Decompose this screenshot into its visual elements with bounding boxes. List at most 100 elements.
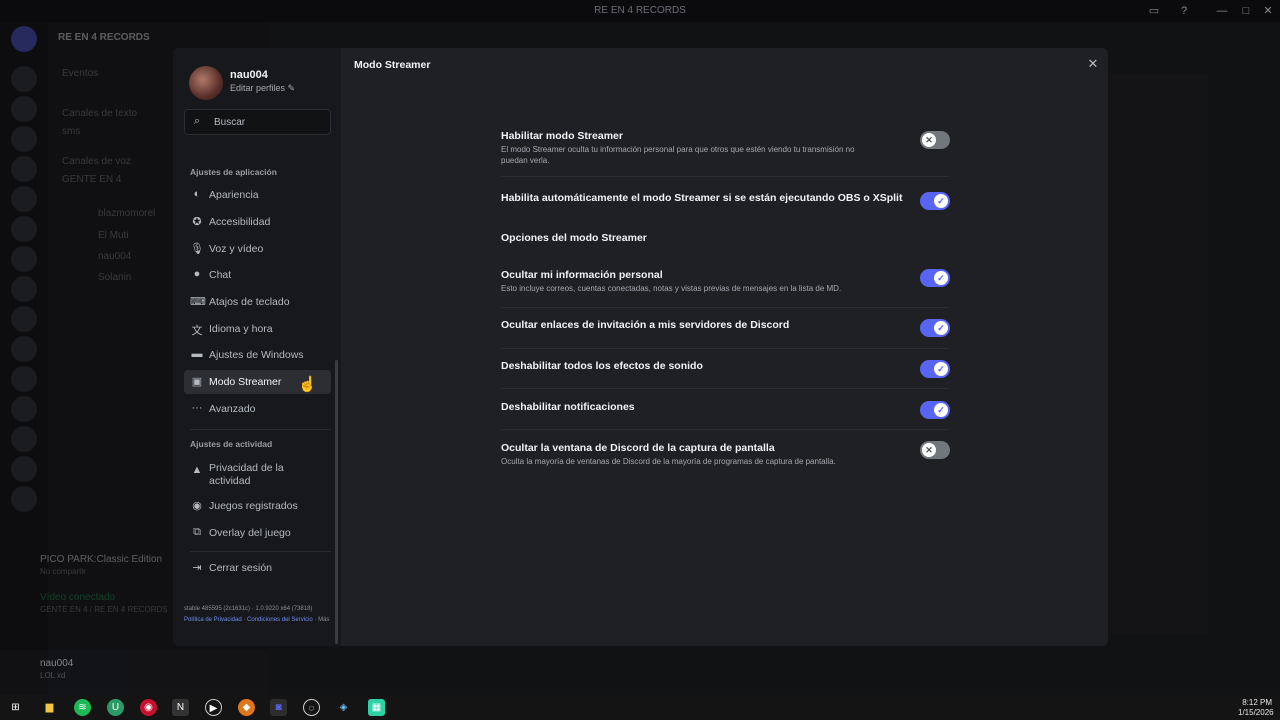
app-orange-icon[interactable]: ◆ bbox=[238, 699, 255, 716]
app-u-icon[interactable]: U bbox=[107, 699, 124, 716]
spotify-icon[interactable]: ≋ bbox=[74, 699, 91, 716]
app-teal-icon[interactable]: ▦ bbox=[368, 699, 385, 716]
server-icon[interactable] bbox=[11, 426, 37, 452]
sidebar-item-keybinds[interactable]: ⌨ Atajos de teclado bbox=[184, 290, 331, 314]
maximize-button[interactable]: □ bbox=[1238, 3, 1254, 19]
voice-user[interactable]: El Muti bbox=[98, 230, 129, 241]
home-icon[interactable] bbox=[11, 26, 37, 52]
member-list bbox=[1108, 74, 1208, 634]
edit-profiles-link[interactable]: Editar perfiles ✎ bbox=[230, 83, 295, 94]
divider bbox=[190, 429, 331, 430]
toggle-disable-sounds[interactable]: ✓ bbox=[920, 360, 950, 378]
media-player-icon[interactable]: ▶ bbox=[205, 699, 222, 716]
game-activity-sub: No compartir bbox=[40, 567, 86, 576]
privacy-link[interactable]: Política de Privacidad bbox=[184, 617, 242, 623]
minimize-button[interactable]: — bbox=[1214, 3, 1230, 19]
server-icon[interactable] bbox=[11, 246, 37, 272]
sidebar-item-advanced[interactable]: ··· Avanzado bbox=[184, 397, 331, 421]
help-icon[interactable]: ? bbox=[1176, 3, 1192, 19]
terms-link[interactable]: Condiciones del Servicio bbox=[247, 617, 313, 623]
sidebar-item-appearance[interactable]: ◐ Apariencia bbox=[184, 183, 331, 207]
sidebar-item-voice-video[interactable]: 🎙 Voz y vídeo bbox=[184, 237, 331, 261]
server-icon[interactable] bbox=[11, 336, 37, 362]
sidebar-item-language[interactable]: 文 Idioma y hora bbox=[184, 317, 331, 341]
server-icon[interactable] bbox=[11, 306, 37, 332]
gamepad-icon: ◉ bbox=[192, 500, 202, 512]
sidebar-item-label: Privacidad de la actividad bbox=[209, 462, 284, 487]
window-close-button[interactable]: ✕ bbox=[1260, 3, 1276, 19]
server-icon[interactable] bbox=[11, 216, 37, 242]
toggle-hide-from-capture[interactable]: ✕ bbox=[920, 441, 950, 459]
sidebar-item-label: Juegos registrados bbox=[209, 500, 298, 512]
clock[interactable]: 8:12 PM 1/15/2026 bbox=[1238, 698, 1274, 718]
toggle-enable-streamer[interactable]: ✕ bbox=[920, 131, 950, 149]
user-name: nau004 bbox=[40, 658, 74, 669]
setting-description: Esto incluye correos, cuentas conectadas… bbox=[501, 284, 842, 293]
language-icon: 文 bbox=[191, 325, 203, 337]
avatar[interactable] bbox=[189, 66, 223, 100]
channel-item[interactable]: Eventos bbox=[62, 68, 98, 79]
toggle-hide-personal-info[interactable]: ✓ bbox=[920, 269, 950, 287]
stream-icon: ▣ bbox=[191, 376, 203, 388]
server-icon[interactable] bbox=[11, 126, 37, 152]
inbox-icon[interactable]: ▭ bbox=[1146, 3, 1162, 19]
toggle-auto-streamer[interactable]: ✓ bbox=[920, 192, 950, 210]
settings-modal: nau004 Editar perfiles ✎ ⌕ Buscar Ajuste… bbox=[173, 48, 1108, 646]
sidebar-item-label: Voz y vídeo bbox=[209, 243, 264, 255]
server-icon[interactable] bbox=[11, 186, 37, 212]
voice-channel[interactable]: GENTE EN 4 bbox=[62, 174, 121, 185]
sidebar-item-chat[interactable]: ● Chat bbox=[184, 263, 331, 287]
section-heading: Opciones del modo Streamer bbox=[501, 232, 647, 244]
search-input[interactable]: ⌕ Buscar bbox=[184, 109, 331, 135]
steam-icon[interactable]: ◈ bbox=[335, 699, 352, 716]
voice-channel-path: GENTE EN 4 / RE EN 4 RECORDS bbox=[40, 605, 168, 614]
app-red-icon[interactable]: ◉ bbox=[140, 699, 157, 716]
sidebar-item-windows[interactable]: ▬ Ajustes de Windows bbox=[184, 343, 331, 367]
server-name[interactable]: RE EN 4 RECORDS bbox=[58, 32, 150, 43]
windows-start-icon[interactable]: ⊞ bbox=[7, 699, 24, 716]
sidebar-item-accessibility[interactable]: ✪ Accesibilidad bbox=[184, 210, 331, 234]
voice-user[interactable]: Solanin bbox=[98, 272, 131, 283]
server-icon[interactable] bbox=[11, 276, 37, 302]
toggle-hide-invite-links[interactable]: ✓ bbox=[920, 319, 950, 337]
server-icon[interactable] bbox=[11, 96, 37, 122]
server-icon[interactable] bbox=[11, 486, 37, 512]
obs-icon[interactable]: ◌ bbox=[303, 699, 320, 716]
divider bbox=[501, 176, 949, 177]
build-version: stable 485595 (2c1631c) · 1.0.9220 x64 (… bbox=[184, 606, 313, 612]
logout-label: Cerrar sesión bbox=[209, 562, 273, 574]
sidebar-item-label: Avanzado bbox=[209, 403, 256, 415]
close-icon[interactable]: ✕ bbox=[1085, 56, 1101, 72]
settings-sidebar: nau004 Editar perfiles ✎ ⌕ Buscar Ajuste… bbox=[173, 48, 341, 646]
setting-description: El modo Streamer oculta tu información p… bbox=[501, 145, 855, 165]
category-label[interactable]: Canales de texto bbox=[62, 108, 137, 119]
taskbar: ⊞ ▆ ≋ U ◉ N ▶ ◆ ◙ ◌ ◈ ▦ 8:12 PM 1/15/202… bbox=[0, 695, 1280, 720]
window-titlebar: RE EN 4 RECORDS ▭ ? — □ ✕ bbox=[0, 0, 1280, 22]
server-icon[interactable] bbox=[11, 366, 37, 392]
file-explorer-icon[interactable]: ▆ bbox=[41, 699, 58, 716]
voice-user[interactable]: blazmomorel bbox=[98, 208, 155, 219]
channel-item[interactable]: sms bbox=[62, 126, 80, 137]
sidebar-item-registered-games[interactable]: ◉ Juegos registrados bbox=[184, 494, 331, 518]
category-label[interactable]: Canales de voz bbox=[62, 156, 131, 167]
server-icon[interactable] bbox=[11, 156, 37, 182]
sidebar-scrollbar[interactable] bbox=[335, 360, 338, 644]
sidebar-item-game-overlay[interactable]: ⧉ Overlay del juego bbox=[184, 521, 331, 545]
discord-taskbar-icon[interactable]: ◙ bbox=[270, 699, 287, 716]
divider bbox=[501, 429, 949, 430]
server-icon[interactable] bbox=[11, 396, 37, 422]
user-panel: nau004 LOL xd bbox=[0, 650, 268, 695]
check-icon: ✓ bbox=[934, 403, 948, 417]
logout-button[interactable]: ⇥ Cerrar sesión bbox=[184, 556, 331, 580]
sidebar-item-label: Atajos de teclado bbox=[209, 296, 290, 308]
ndi-icon[interactable]: N bbox=[172, 699, 189, 716]
server-icon[interactable] bbox=[11, 456, 37, 482]
sidebar-item-activity-privacy[interactable]: ▲ Privacidad de la actividad bbox=[184, 459, 331, 489]
more-link[interactable]: Más bbox=[318, 617, 329, 623]
voice-user[interactable]: nau004 bbox=[98, 251, 131, 262]
setting-label: Habilita automáticamente el modo Streame… bbox=[501, 192, 903, 204]
sidebar-item-label: Chat bbox=[209, 269, 232, 281]
toggle-disable-notifications[interactable]: ✓ bbox=[920, 401, 950, 419]
sidebar-item-label: Modo Streamer bbox=[209, 376, 282, 388]
server-icon[interactable] bbox=[11, 66, 37, 92]
